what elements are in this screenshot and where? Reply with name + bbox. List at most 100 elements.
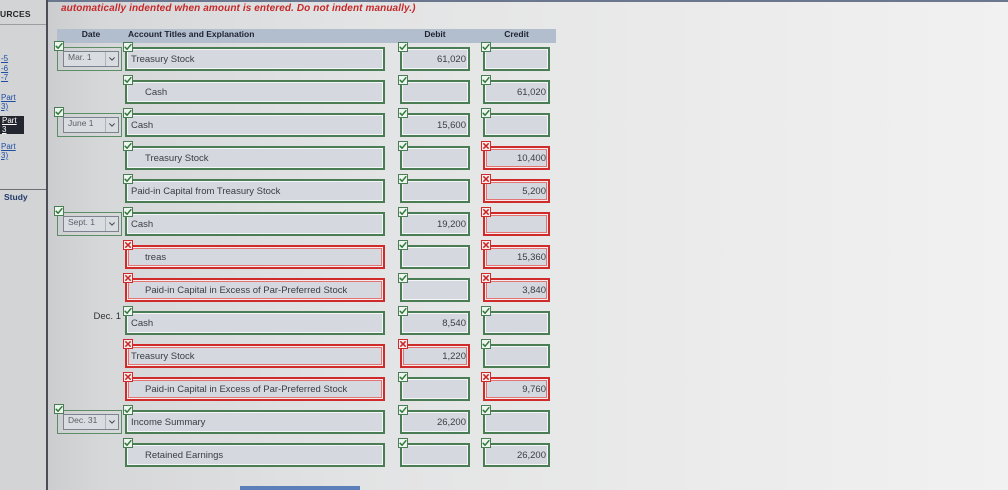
journal-entry-row: Dec. 1 (0, 306, 560, 342)
debit-input[interactable] (402, 214, 468, 235)
check-icon (481, 339, 491, 349)
account-input[interactable] (127, 115, 383, 136)
journal-entry-row (0, 141, 560, 177)
account-input[interactable] (127, 49, 383, 70)
top-rule (46, 0, 1008, 2)
account-field (123, 339, 385, 368)
date-select[interactable]: Mar. 1 (63, 51, 119, 67)
debit-input[interactable] (402, 412, 468, 433)
debit-input[interactable] (402, 49, 468, 70)
account-input[interactable] (127, 214, 383, 235)
credit-field (481, 174, 550, 203)
credit-input[interactable] (485, 445, 548, 466)
debit-input[interactable] (402, 313, 468, 334)
account-field (123, 141, 385, 170)
check-icon (123, 174, 133, 184)
credit-field (481, 108, 550, 137)
credit-input[interactable] (485, 49, 548, 70)
account-input[interactable] (127, 313, 383, 334)
account-field (123, 75, 385, 104)
debit-field (398, 438, 470, 467)
credit-input[interactable] (485, 379, 548, 400)
check-icon (481, 405, 491, 415)
column-header-credit: Credit (504, 29, 529, 39)
debit-field (398, 405, 470, 434)
account-input[interactable] (127, 346, 383, 367)
column-header-account: Account Titles and Explanation (128, 29, 255, 39)
account-field (123, 306, 385, 335)
x-icon (481, 240, 491, 250)
date-select[interactable]: June 1 (63, 117, 119, 133)
check-icon (481, 108, 491, 118)
check-icon (481, 438, 491, 448)
debit-input[interactable] (402, 82, 468, 103)
sidebar-header: URCES (0, 9, 31, 19)
debit-field (398, 372, 470, 401)
check-icon (398, 273, 408, 283)
credit-field (481, 42, 550, 71)
credit-field (481, 75, 550, 104)
check-icon (398, 207, 408, 217)
table-header: Date Account Titles and Explanation Debi… (57, 29, 556, 43)
debit-input[interactable] (402, 445, 468, 466)
date-field: June 1 (54, 107, 122, 137)
check-icon (398, 438, 408, 448)
check-icon (54, 404, 64, 414)
credit-input[interactable] (485, 412, 548, 433)
account-field (123, 108, 385, 137)
debit-input[interactable] (402, 379, 468, 400)
journal-entry-row: Sept. 1 (0, 206, 560, 243)
account-input[interactable] (127, 445, 383, 466)
journal-entry-row: Dec. 31 (0, 404, 560, 441)
check-icon (54, 206, 64, 216)
journal-entry-row (0, 240, 560, 276)
debit-input[interactable] (402, 346, 468, 367)
credit-field (481, 438, 550, 467)
chevron-down-icon (105, 415, 118, 429)
column-header-debit: Debit (424, 29, 446, 39)
credit-input[interactable] (485, 82, 548, 103)
debit-input[interactable] (402, 115, 468, 136)
credit-input[interactable] (485, 346, 548, 367)
credit-input[interactable] (485, 247, 548, 268)
credit-input[interactable] (485, 214, 548, 235)
credit-input[interactable] (485, 115, 548, 136)
credit-field (481, 207, 550, 236)
x-icon (123, 372, 133, 382)
debit-input[interactable] (402, 247, 468, 268)
account-field (123, 174, 385, 203)
credit-field (481, 240, 550, 269)
credit-field (481, 372, 550, 401)
account-input[interactable] (127, 82, 383, 103)
check-icon (481, 306, 491, 316)
check-icon (123, 42, 133, 52)
debit-input[interactable] (402, 280, 468, 301)
account-input[interactable] (127, 181, 383, 202)
account-input[interactable] (127, 412, 383, 433)
account-input[interactable] (127, 280, 383, 301)
debit-input[interactable] (402, 148, 468, 169)
instruction-text: automatically indented when amount is en… (61, 3, 416, 14)
debit-input[interactable] (402, 181, 468, 202)
date-select-value: Dec. 31 (68, 415, 98, 425)
debit-field (398, 42, 470, 71)
check-icon (123, 207, 133, 217)
credit-input[interactable] (485, 148, 548, 169)
journal-entry-row (0, 372, 560, 408)
debit-field (398, 75, 470, 104)
credit-input[interactable] (485, 181, 548, 202)
credit-input[interactable] (485, 280, 548, 301)
check-icon (123, 75, 133, 85)
date-select[interactable]: Dec. 31 (63, 414, 119, 430)
date-select-value: Sept. 1 (68, 217, 95, 227)
credit-input[interactable] (485, 313, 548, 334)
account-field (123, 273, 385, 302)
account-input[interactable] (127, 148, 383, 169)
account-input[interactable] (127, 379, 383, 400)
date-select[interactable]: Sept. 1 (63, 216, 119, 232)
x-icon (481, 141, 491, 151)
x-icon (481, 207, 491, 217)
date-field: Sept. 1 (54, 206, 122, 236)
check-icon (398, 42, 408, 52)
account-input[interactable] (127, 247, 383, 268)
